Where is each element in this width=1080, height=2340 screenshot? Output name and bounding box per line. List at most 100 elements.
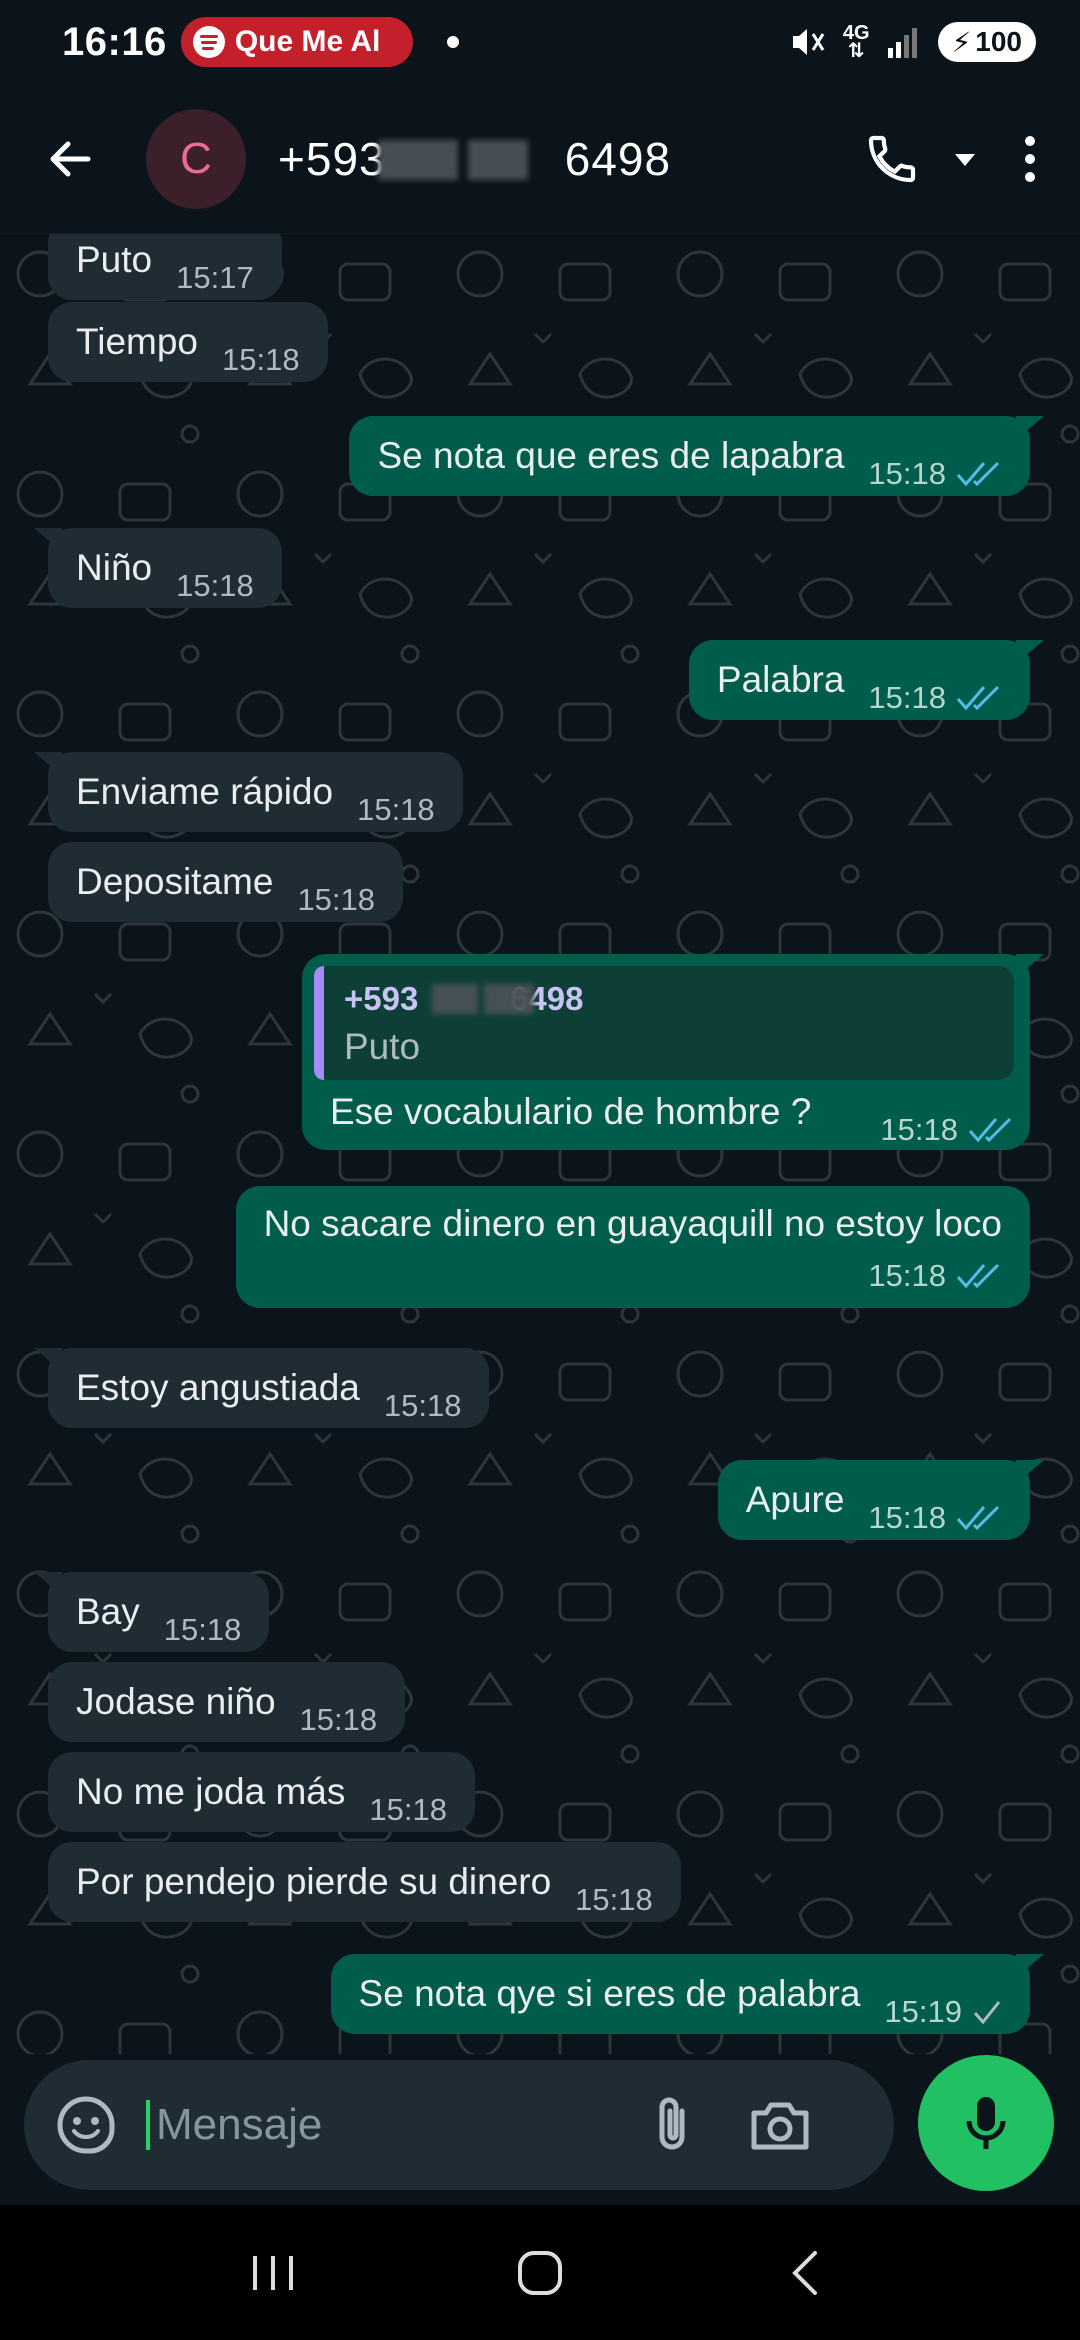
message-outgoing[interactable]: Se nota qye si eres de palabra 15:19 [330,1954,1044,2034]
message-time: 15:18 [868,680,946,715]
message-text: Puto [76,239,153,280]
bubble-tail [1016,416,1044,440]
quoted-message[interactable]: +593 6498 Puto [314,966,1014,1080]
avatar[interactable]: C [146,108,246,209]
message-time: 15:18 [868,1500,946,1535]
redaction-blur [432,984,478,1014]
message-text: Tiempo [76,321,199,362]
status-time: 16:16 [62,19,167,64]
bubble-tail [34,752,62,776]
message-incoming[interactable]: Bay 15:18 [34,1572,270,1652]
bubble-tail [1016,954,1044,978]
phone-icon[interactable] [864,131,920,187]
notification-dot-icon [446,36,459,48]
message-time: 15:18 [868,456,946,491]
system-navigation-bar [0,2205,1080,2340]
signal-icon [887,28,917,58]
message-time: 15:19 [884,1994,962,2029]
double-check-icon [956,1263,1000,1289]
message-incoming[interactable]: Depositame 15:18 [48,842,404,922]
message-text: Por pendejo pierde su dinero [76,1861,552,1902]
media-playing-pill[interactable]: Que Me Al [180,17,413,67]
message-outgoing[interactable]: Se nota que eres de lapabra 15:18 [349,416,1044,496]
bubble-tail [34,1348,62,1372]
message-composer [24,2060,894,2190]
quoted-author: +593 6498 [344,980,584,1017]
message-outgoing[interactable]: Apure 15:18 [717,1460,1044,1540]
message-time: 15:18 [880,1112,958,1147]
message-time: 15:17 [176,260,254,295]
message-list[interactable]: Puto 15:17 Tiempo 15:18 Se nota que eres… [0,234,1080,2054]
caret-down-icon[interactable] [950,144,980,174]
header-actions [864,131,1050,187]
message-text: No sacare dinero en guayaquill no estoy … [263,1203,1002,1244]
single-check-icon [973,2001,1001,2025]
recents-icon[interactable] [243,2248,303,2298]
double-check-icon [956,1505,1000,1531]
paperclip-icon[interactable] [644,2093,700,2157]
message-incoming[interactable]: Estoy angustiada 15:18 [34,1348,490,1428]
sticker-icon[interactable] [54,2093,118,2157]
message-time: 15:18 [299,1702,378,1737]
home-icon[interactable] [510,2243,570,2303]
bubble-tail [1016,1460,1044,1484]
quoted-text: Puto [344,1026,421,1067]
bubble-tail [1016,640,1044,664]
bubble-tail [1016,1954,1044,1978]
message-incoming[interactable]: Puto 15:17 [48,234,282,300]
chat-header: C +593 6498 [0,84,1080,234]
message-time: 15:18 [868,1258,946,1293]
bubble-tail [34,1572,62,1596]
message-time: 15:18 [357,792,435,827]
message-incoming[interactable]: Niño 15:18 [34,528,282,608]
double-check-icon [956,685,1000,711]
message-time: 15:18 [163,1612,242,1647]
spotify-icon [192,26,225,58]
message-incoming[interactable]: No me joda más 15:18 [48,1752,475,1832]
message-time: 15:18 [222,342,300,377]
message-text: Niño [76,547,153,588]
redaction-blur [484,984,534,1014]
double-check-icon [968,1117,1012,1143]
battery-charging-icon: ⚡ [951,26,972,58]
message-incoming[interactable]: Tiempo 15:18 [48,302,328,382]
redaction-blur [378,139,458,180]
message-text: Jodase niño [76,1681,276,1722]
message-text: Palabra [716,659,845,700]
double-check-icon [956,461,1000,487]
message-text: No me joda más [76,1771,346,1812]
message-incoming[interactable]: Enviame rápido 15:18 [34,752,463,832]
message-text: Se nota qye si eres de palabra [358,1973,861,2014]
back-button[interactable] [30,119,110,199]
message-outgoing[interactable]: No sacare dinero en guayaquill no estoy … [235,1186,1030,1308]
message-text: Apure [745,1479,845,1520]
status-icons: 4G ⇅ ⚡ 100 [787,22,1036,62]
message-input[interactable] [146,2100,636,2150]
media-track-title: Que Me Al [234,25,381,58]
message-outgoing-reply[interactable]: +593 6498 Puto Ese vocabulario de hombre… [302,954,1044,1150]
bubble-tail [34,528,62,552]
message-time: 15:18 [383,1388,462,1423]
nav-back-icon[interactable] [777,2243,837,2303]
status-bar: 16:16 Que Me Al 4G ⇅ ⚡ 100 [0,0,1080,84]
more-vertical-icon[interactable] [1010,131,1050,187]
battery-indicator: ⚡ 100 [937,22,1036,62]
mute-vibrate-icon [792,29,825,55]
message-incoming[interactable]: Jodase niño 15:18 [48,1662,406,1742]
message-text: Se nota que eres de lapabra [377,435,845,476]
voice-message-button[interactable] [918,2055,1054,2191]
contact-name[interactable]: +593 6498 [278,132,671,186]
message-incoming[interactable]: Por pendejo pierde su dinero 15:18 [48,1842,681,1922]
mic-icon [966,2097,1006,2149]
message-text: Depositame [76,861,274,902]
message-time: 15:18 [369,1792,447,1827]
arrow-left-icon [50,141,91,176]
camera-icon[interactable] [748,2097,812,2153]
message-text: Estoy angustiada [76,1367,360,1408]
message-text: Ese vocabulario de hombre ? [330,1091,812,1132]
message-time: 15:18 [176,568,254,603]
message-time: 15:18 [297,882,376,917]
message-text: Enviame rápido [76,771,334,812]
message-time: 15:18 [575,1882,653,1917]
message-outgoing[interactable]: Palabra 15:18 [688,640,1044,720]
